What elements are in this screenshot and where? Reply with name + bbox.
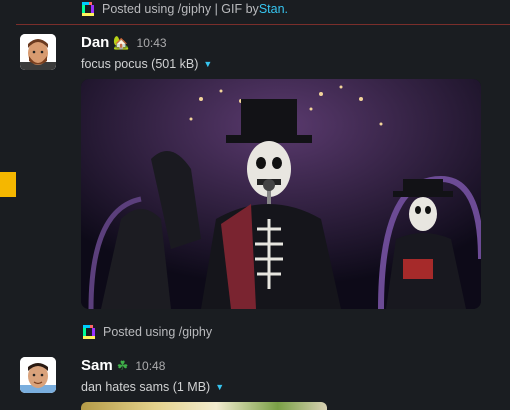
avatar[interactable] [20, 357, 56, 393]
caret-down-icon[interactable]: ▼ [215, 382, 224, 392]
attribution-text: Posted using /giphy [103, 325, 213, 339]
avatar[interactable] [20, 34, 56, 70]
new-messages-divider [16, 24, 510, 25]
file-label: focus pocus (501 kB) [81, 57, 199, 71]
house-plant-icon[interactable]: 🏡 [113, 35, 129, 51]
gif-image[interactable] [81, 79, 481, 309]
attribution-text: Posted using /giphy | GIF by [102, 2, 259, 16]
unread-marker [0, 172, 16, 197]
timestamp[interactable]: 10:48 [135, 359, 165, 373]
gif-image[interactable] [81, 402, 327, 410]
shamrock-icon[interactable]: ☘ [117, 358, 129, 374]
timestamp[interactable]: 10:43 [137, 36, 167, 50]
caret-down-icon[interactable]: ▼ [203, 59, 212, 69]
message-header: Dan 🏡 10:43 [81, 34, 167, 51]
file-name-row[interactable]: dan hates sams (1 MB) ▼ [81, 380, 224, 394]
message-header: Sam ☘ 10:48 [81, 357, 165, 374]
author-name[interactable]: Sam [81, 357, 113, 374]
previous-attribution: Posted using /giphy | GIF by Stan. [82, 2, 288, 16]
attribution-link[interactable]: Stan. [259, 2, 288, 16]
author-name[interactable]: Dan [81, 34, 109, 51]
file-label: dan hates sams (1 MB) [81, 380, 211, 394]
giphy-logo-icon [83, 325, 95, 339]
file-name-row[interactable]: focus pocus (501 kB) ▼ [81, 57, 212, 71]
giphy-logo-icon [82, 2, 94, 16]
gif-attribution: Posted using /giphy [83, 325, 212, 339]
